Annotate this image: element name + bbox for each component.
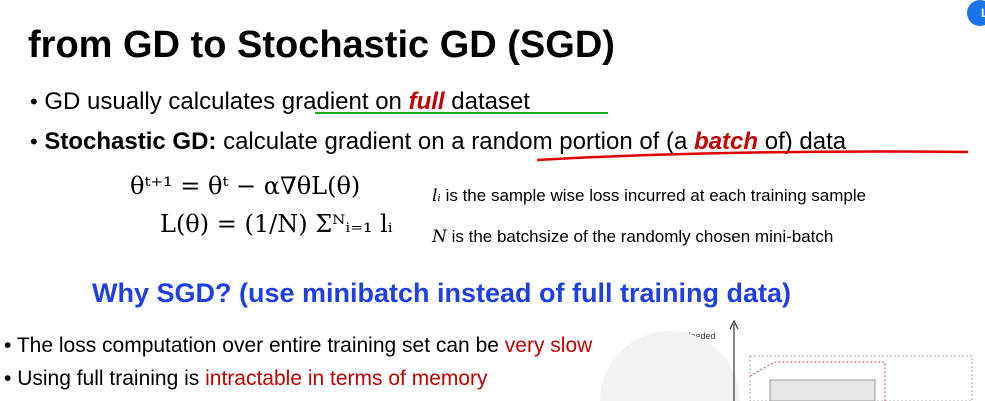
note-variable: lᵢ bbox=[432, 186, 441, 206]
bullet-marker: • bbox=[4, 334, 12, 357]
decorative-circle bbox=[600, 331, 740, 401]
memory-box-inner bbox=[769, 379, 876, 401]
note-variable: N bbox=[432, 227, 447, 247]
gpu-memory-figure bbox=[600, 319, 973, 401]
emphasis-memory: intractable in terms of memory bbox=[205, 367, 488, 390]
bullet-text: The loss computation over entire trainin… bbox=[16, 334, 505, 357]
note-batchsize: N is the batchsize of the randomly chose… bbox=[432, 227, 833, 247]
bullet-marker: • bbox=[4, 367, 12, 390]
note-text: is the batchsize of the randomly chosen … bbox=[446, 227, 834, 246]
sub-bullet-slow: • The loss computation over entire train… bbox=[4, 334, 592, 358]
why-sgd-heading: Why SGD? (use minibatch instead of full … bbox=[92, 278, 792, 308]
equation-loss: L(θ) = (1/N) Σᴺᵢ₌₁ lᵢ bbox=[160, 210, 393, 238]
equation-update-rule: θᵗ⁺¹ = θᵗ − α∇θL(θ) bbox=[130, 172, 361, 200]
sub-bullet-memory: • Using full training is intractable in … bbox=[4, 367, 488, 391]
note-sample-loss: lᵢ is the sample wise loss incurred at e… bbox=[432, 186, 866, 206]
bullet-text: Using full training is bbox=[17, 367, 206, 390]
note-text: is the sample wise loss incurred at each… bbox=[440, 186, 867, 205]
emphasis-very-slow: very slow bbox=[504, 334, 593, 357]
red-underline bbox=[536, 150, 969, 162]
